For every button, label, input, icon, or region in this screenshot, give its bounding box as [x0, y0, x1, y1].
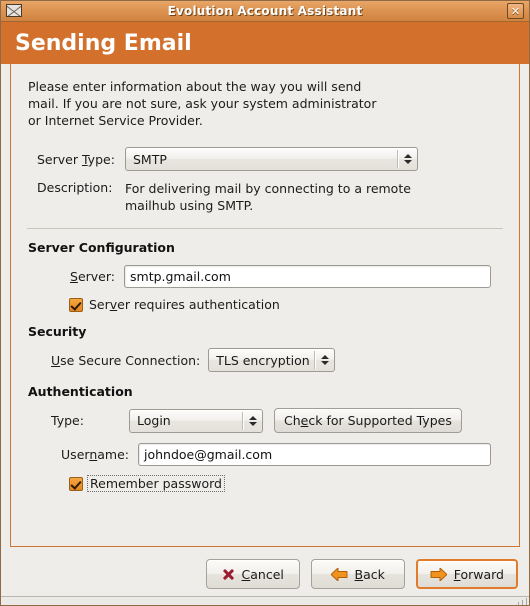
envelope-icon: [6, 4, 22, 18]
server-label-acc: S: [70, 269, 78, 284]
description-row: Description: For delivering mail by conn…: [23, 180, 507, 214]
server-type-label-post: ype:: [87, 151, 115, 167]
spinner-arrows-icon[interactable]: [316, 355, 334, 365]
server-configuration-heading: Server Configuration: [28, 240, 175, 255]
server-type-row: Server Type: SMTP: [23, 147, 507, 171]
secure-connection-label: Use Secure Connection:: [51, 353, 200, 368]
username-input[interactable]: johndoe@gmail.com: [138, 443, 491, 466]
window-title: Evolution Account Assistant: [167, 4, 363, 18]
resize-grip[interactable]: [513, 598, 527, 605]
username-row: Username: johndoe@gmail.com: [23, 443, 507, 466]
server-label: Server:: [37, 269, 115, 284]
title-bar: Evolution Account Assistant ✕: [1, 1, 529, 22]
server-type-label-pre: Server: [37, 151, 82, 167]
server-type-label: Server Type:: [37, 152, 125, 167]
back-label: Back: [354, 566, 385, 582]
spinner-arrows-icon[interactable]: [244, 415, 262, 426]
username-input-value: johndoe@gmail.com: [144, 447, 273, 462]
cancel-label: Cancel: [241, 566, 284, 582]
content-area: Please enter information about the way y…: [10, 64, 520, 547]
window-bottom-strip: [1, 596, 529, 605]
username-label: Username:: [37, 447, 129, 462]
check-btn-pre: Ch: [284, 413, 301, 428]
requires-auth-label-pre: Ser: [89, 297, 110, 312]
dialog-action-bar: Cancel Back Forward: [1, 555, 529, 593]
forward-button[interactable]: Forward: [415, 559, 518, 589]
secure-connection-value: TLS encryption: [216, 352, 310, 368]
close-icon: ✕: [510, 4, 521, 18]
forward-label: Forward: [453, 566, 504, 582]
secure-label-post: se Secure Connection:: [60, 352, 201, 368]
username-label-post: ame:: [97, 447, 129, 462]
security-heading: Security: [28, 324, 87, 339]
server-row: Server: smtp.gmail.com: [23, 265, 507, 288]
auth-type-value: Login: [137, 413, 171, 428]
requires-auth-label-post: er requires authentication: [117, 297, 280, 312]
cancel-button[interactable]: Cancel: [205, 559, 300, 589]
server-type-combo[interactable]: SMTP: [125, 147, 418, 171]
check-btn-post: ck for Supported Types: [308, 413, 452, 428]
auth-type-label: Type:: [51, 413, 84, 428]
secure-connection-row: Use Secure Connection: TLS encryption: [23, 348, 507, 372]
arrow-right-icon: [430, 567, 447, 581]
authentication-heading: Authentication: [28, 384, 133, 399]
arrow-left-icon: [330, 567, 348, 581]
cancel-x-icon: [222, 568, 235, 581]
remember-password-checkbox-row[interactable]: Remember password: [69, 475, 507, 492]
secure-connection-combo[interactable]: TLS encryption: [208, 348, 336, 372]
server-input-value: smtp.gmail.com: [130, 269, 231, 284]
server-label-post: erver:: [77, 269, 115, 284]
description-label: Description:: [37, 180, 113, 195]
description-text: For delivering mail by connecting to a r…: [125, 181, 411, 213]
remember-password-checkbox[interactable]: [69, 476, 83, 491]
username-label-pre: User: [61, 447, 90, 462]
spinner-arrows-icon[interactable]: [399, 154, 417, 164]
requires-auth-checkbox[interactable]: [69, 297, 83, 312]
dialog-window: Evolution Account Assistant ✕ Sending Em…: [0, 0, 530, 606]
back-button[interactable]: Back: [310, 559, 405, 589]
auth-type-combo[interactable]: Login: [129, 408, 263, 433]
check-supported-types-button[interactable]: Ch e ck for Supported Types: [274, 408, 462, 433]
remember-password-label: Remember password: [87, 475, 225, 492]
section-divider: [27, 228, 503, 229]
intro-text: Please enter information about the way y…: [28, 79, 377, 128]
page-banner: Sending Email: [1, 22, 529, 64]
page-title: Sending Email: [15, 30, 192, 56]
check-btn-acc: e: [300, 413, 309, 428]
server-input[interactable]: smtp.gmail.com: [124, 265, 491, 288]
auth-type-row: Type: Login Ch e ck for Supported Types: [23, 408, 507, 433]
close-button[interactable]: ✕: [507, 3, 524, 19]
requires-auth-label: Server requires authentication: [89, 297, 280, 312]
server-type-value: SMTP: [133, 151, 167, 167]
requires-auth-checkbox-row[interactable]: Server requires authentication: [69, 297, 507, 312]
secure-label-acc: U: [51, 352, 61, 368]
